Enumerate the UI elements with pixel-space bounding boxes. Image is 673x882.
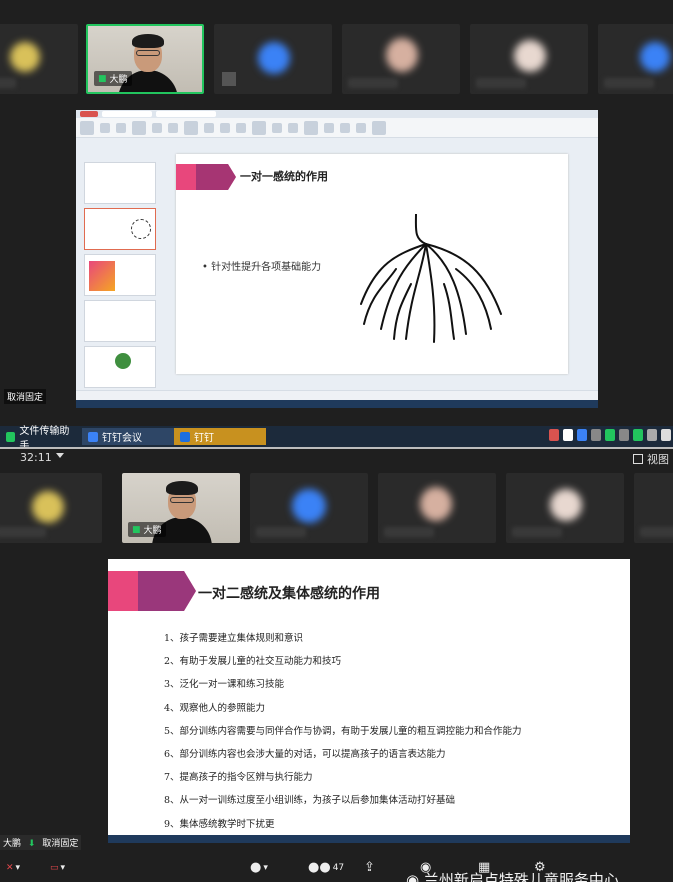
group-icon: ●● xyxy=(308,860,331,875)
slide-thumbnails xyxy=(78,150,158,400)
presenter-name: 大鹏 xyxy=(109,75,128,85)
participants-add-button[interactable]: ● ▾ xyxy=(250,860,268,875)
list-item: 7、提高孩子的指令区辨与执行能力 xyxy=(164,772,313,784)
meeting-timer: 32:11 xyxy=(20,451,52,464)
shared-slide: 一对二感统及集体感统的作用 1、孩子需要建立集体规则和意识 2、有助于发展儿童的… xyxy=(108,559,630,843)
slide-title-decoration xyxy=(176,164,236,190)
mic-muted-icon: ✕ xyxy=(6,862,14,873)
participant-tile[interactable] xyxy=(506,473,624,543)
slide-title-decoration xyxy=(108,571,196,611)
participant-tile[interactable] xyxy=(214,24,332,94)
list-item: 3、泛化一对一课和练习技能 xyxy=(164,679,285,691)
unpin-button[interactable]: 取消固定 xyxy=(4,389,47,404)
camera-toggle-button[interactable]: ▭ ▾ xyxy=(50,863,65,873)
file-transfer-icon xyxy=(6,431,16,442)
list-item: 9、集体感统教学时下扰更 xyxy=(164,818,275,830)
slide-thumbnail[interactable] xyxy=(84,254,156,296)
taskbar-item-dingtalk[interactable]: 钉钉 xyxy=(174,428,266,445)
slide-thumbnail[interactable] xyxy=(84,162,156,204)
slide-thumbnail[interactable] xyxy=(84,300,156,342)
slide-thumbnail-selected[interactable] xyxy=(84,208,156,250)
slide-title: 一对一感统的作用 xyxy=(240,170,328,183)
shared-taskbar xyxy=(76,400,598,408)
watermark: ◉ 兰州新启点特殊儿童服务中心 xyxy=(406,869,619,882)
share-screen-button[interactable]: ⇪ xyxy=(364,860,375,875)
wps-titlebar xyxy=(76,110,598,118)
participant-tile[interactable] xyxy=(342,24,460,94)
participant-tile[interactable] xyxy=(378,473,496,543)
participant-tile[interactable] xyxy=(470,24,588,94)
dingtalk-icon xyxy=(180,431,190,442)
screen-share-wps: 一对一感统的作用 • 针对性提升各项基础能力 xyxy=(76,110,598,408)
mic-icon: ■ xyxy=(132,524,141,535)
tree-roots-image xyxy=(360,214,502,343)
chevron-down-icon[interactable] xyxy=(56,453,64,458)
participants-button[interactable]: ●● 47 xyxy=(308,860,344,875)
unpin-button[interactable]: 大鹏 ⬇ 取消固定 xyxy=(0,835,82,850)
screenshot-root: ■ 大鹏 一对一感统的作用 • 针对性提升各项基础能力 取消固定 文件传输助手 … xyxy=(0,0,673,882)
taskbar-item-dingtalk-meeting[interactable]: 钉钉会议 xyxy=(82,428,174,445)
share-icon: ⇪ xyxy=(364,860,375,875)
participant-tile[interactable] xyxy=(250,473,368,543)
list-item: 1、孩子需要建立集体规则和意识 xyxy=(164,633,304,644)
list-item: 8、从一对一训练过度至小组训练，为孩子以后参加集体活动打好基础 xyxy=(164,795,456,807)
participant-tile[interactable] xyxy=(634,473,673,543)
current-slide: 一对一感统的作用 • 针对性提升各项基础能力 xyxy=(176,154,568,374)
taskbar-item-file-transfer[interactable]: 文件传输助手 xyxy=(0,426,82,447)
slide-thumbnail[interactable] xyxy=(84,346,156,388)
view-button[interactable]: 视图 xyxy=(633,451,669,467)
wps-statusbar xyxy=(76,390,598,400)
participant-tile[interactable] xyxy=(0,473,102,543)
slide-title: 一对二感统及集体感统的作用 xyxy=(198,586,380,602)
list-item: 5、部分训练内容需要与同伴合作与协调，有助于发展儿童的粗互调控能力和合作能力 xyxy=(164,725,522,737)
people-icon: ● xyxy=(250,860,262,875)
avatar xyxy=(222,72,236,86)
speaker-name-badge: ■ 大鹏 xyxy=(128,522,166,537)
camera-off-icon: ▭ xyxy=(50,862,59,873)
bottom-meeting-view: 32:11 视图 ■ 大鹏 一对二感统及集体感统的作用 1、孩子需要建立集体规则… xyxy=(0,449,673,882)
mic-icon: ■ xyxy=(98,73,107,84)
speaker-name-badge: ■ 大鹏 xyxy=(94,71,132,86)
list-item: 4、观察他人的参照能力 xyxy=(164,702,266,714)
active-speaker-tile[interactable]: ■ 大鹏 xyxy=(86,24,204,94)
list-item: 6、部分训练内容也会涉大量的对话，可以提高孩子的语言表达能力 xyxy=(164,749,446,761)
mic-toggle-button[interactable]: ✕ ▾ xyxy=(6,863,20,873)
list-item: 2、有助于发展儿童的社交互动能力和技巧 xyxy=(164,656,342,668)
wechat-icon: ◉ xyxy=(406,871,420,882)
windows-taskbar: 文件传输助手 钉钉会议 钉钉 xyxy=(0,426,673,447)
top-meeting-view: ■ 大鹏 一对一感统的作用 • 针对性提升各项基础能力 取消固定 文件传输助手 … xyxy=(0,0,673,447)
system-tray xyxy=(549,429,671,441)
participant-tile[interactable] xyxy=(598,24,673,94)
slide-bullet: • 针对性提升各项基础能力 xyxy=(202,262,322,273)
participant-tile[interactable] xyxy=(0,24,78,94)
dingtalk-meeting-icon xyxy=(88,431,98,442)
wps-ribbon xyxy=(76,118,598,138)
active-speaker-tile[interactable]: ■ 大鹏 xyxy=(122,473,240,543)
pin-icon: ⬇ xyxy=(27,839,36,849)
shared-taskbar xyxy=(108,835,630,843)
grid-icon xyxy=(633,454,643,464)
slide-list: 1、孩子需要建立集体规则和意识 2、有助于发展儿童的社交互动能力和技巧 3、泛化… xyxy=(164,627,522,836)
